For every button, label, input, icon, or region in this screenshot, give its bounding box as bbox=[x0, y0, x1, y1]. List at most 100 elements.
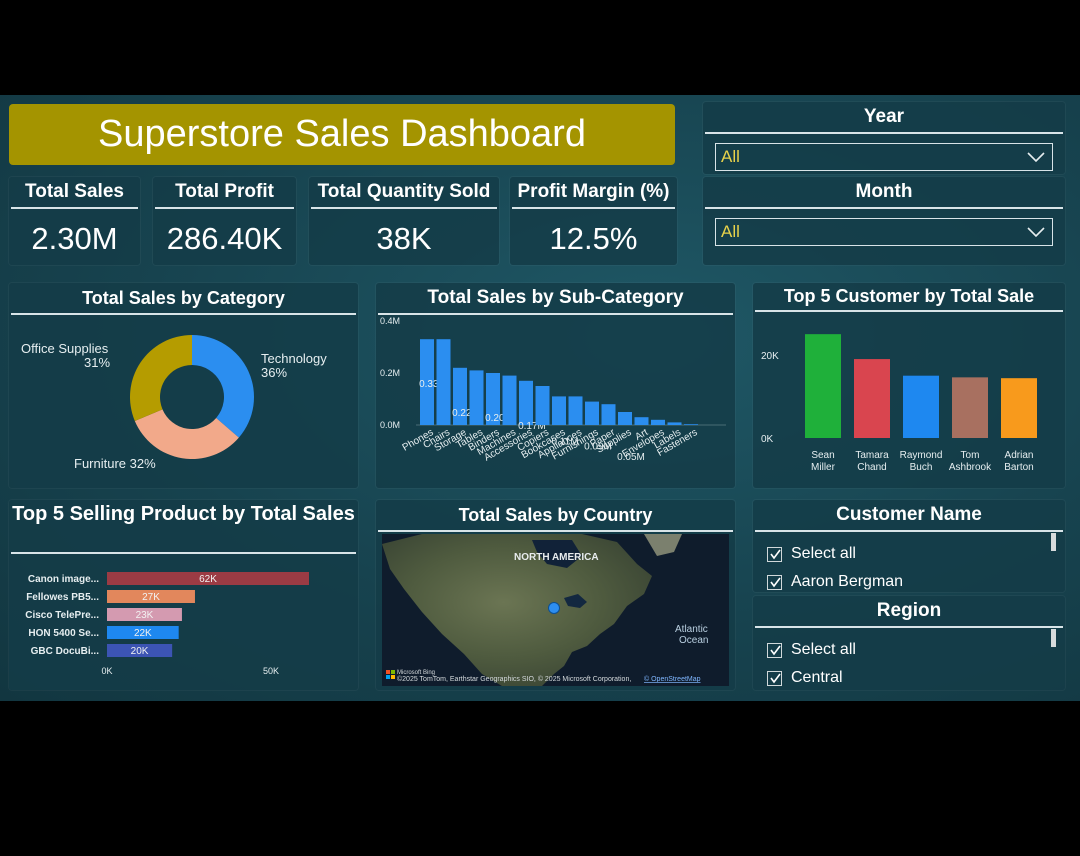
customer-slicer: Customer Name Select all Aaron Bergman bbox=[753, 500, 1065, 592]
kpi-value: 38K bbox=[376, 221, 432, 256]
kpi-label: Total Sales bbox=[11, 177, 138, 209]
kpi-label: Total Profit bbox=[155, 177, 294, 209]
bar-data-label: 23K bbox=[136, 610, 154, 621]
region-slicer: Region Select all Central bbox=[753, 596, 1065, 690]
product-bar-chart[interactable]: Canon image... 62K Fellowes PB5... 27K Cisco… bbox=[9, 556, 358, 690]
region-list-scrollbar[interactable] bbox=[1051, 629, 1056, 647]
bar-chairs bbox=[436, 339, 451, 425]
kpi-total-profit: Total Profit 286.40K bbox=[153, 177, 296, 265]
product-chart-title: Top 5 Selling Product by Total Sales bbox=[11, 500, 356, 554]
category-chart-title: Total Sales by Category bbox=[11, 283, 356, 315]
bar-paper bbox=[601, 404, 616, 425]
bar-copiers bbox=[535, 386, 550, 425]
x-tick-label: Tom bbox=[961, 450, 980, 461]
checkmark-icon bbox=[770, 549, 781, 559]
bar-labels bbox=[667, 422, 682, 425]
customer-option-aaron-bergman[interactable]: Aaron Bergman bbox=[767, 573, 903, 591]
kpi-value: 286.40K bbox=[166, 221, 283, 256]
customer-chart-title: Top 5 Customer by Total Sale bbox=[755, 283, 1063, 312]
customer-bar bbox=[1001, 378, 1037, 438]
kpi-total-sales: Total Sales 2.30M bbox=[9, 177, 140, 265]
customer-chart-card: Top 5 Customer by Total Sale 0K 20K Sean Mi… bbox=[753, 283, 1065, 488]
kpi-value: 12.5% bbox=[549, 221, 638, 256]
bar-tables bbox=[469, 370, 484, 425]
map-card: Total Sales by Country NORTH AMERICA Atl… bbox=[376, 500, 735, 690]
bar-accessories bbox=[519, 380, 533, 425]
donut-label-office-pct: 31% bbox=[84, 355, 110, 370]
sales-bubble-usa bbox=[548, 602, 560, 614]
donut-label-office: Office Supplies bbox=[21, 341, 109, 356]
donut-slice-technology bbox=[192, 335, 254, 438]
map-attribution: ©2025 TomTom, Earthstar Geographics SIO,… bbox=[397, 675, 631, 683]
map-attribution-link: © OpenStreetMap bbox=[644, 675, 701, 683]
x-tick-label: 0K bbox=[101, 666, 112, 676]
bar-data-label: 27K bbox=[142, 592, 160, 603]
y-tick-label: Fellowes PB5... bbox=[26, 592, 99, 603]
region-option-central[interactable]: Central bbox=[767, 669, 843, 687]
kpi-profit-margin: Profit Margin (%) 12.5% bbox=[510, 177, 677, 265]
bar-furnishings bbox=[585, 401, 599, 425]
x-tick-label: Adrian bbox=[1005, 450, 1034, 461]
option-label: Select all bbox=[791, 641, 856, 658]
bar-data-label: 20K bbox=[131, 646, 149, 657]
checkbox[interactable] bbox=[767, 546, 782, 562]
customer-bar bbox=[854, 359, 890, 438]
bar-appliances bbox=[568, 396, 583, 425]
chevron-down-icon bbox=[1027, 227, 1045, 238]
month-dropdown[interactable]: All bbox=[715, 218, 1053, 246]
y-tick-label: GBC DocuBi... bbox=[31, 646, 100, 657]
customer-bar-chart[interactable]: 0K 20K SeanMiller TamaraChand RaymondBuch Tom… bbox=[753, 312, 1065, 487]
y-tick-label: Cisco TelePre... bbox=[25, 610, 99, 621]
x-tick-label: Raymond bbox=[900, 450, 943, 461]
y-tick-label: 0.4M bbox=[380, 316, 400, 326]
year-slicer: Year All bbox=[703, 102, 1065, 174]
kpi-label: Profit Margin (%) bbox=[512, 177, 675, 209]
x-tick-label: Sean bbox=[811, 450, 834, 461]
product-chart-card: Top 5 Selling Product by Total Sales Can… bbox=[9, 500, 358, 690]
kpi-label: Total Quantity Sold bbox=[311, 177, 497, 209]
year-dropdown[interactable]: All bbox=[715, 143, 1053, 171]
y-tick-label: 0.0M bbox=[380, 420, 400, 430]
region-option-select-all[interactable]: Select all bbox=[767, 641, 856, 659]
option-label: Central bbox=[791, 669, 843, 686]
bar-data-label: 62K bbox=[199, 574, 217, 585]
month-slicer: Month All bbox=[703, 177, 1065, 265]
kpi-value: 2.30M bbox=[31, 221, 118, 256]
checkmark-icon bbox=[770, 673, 781, 683]
map-label-ocean: Ocean bbox=[679, 635, 708, 646]
checkmark-icon bbox=[770, 577, 781, 587]
subcategory-chart-title: Total Sales by Sub-Category bbox=[378, 283, 733, 315]
checkbox[interactable] bbox=[767, 574, 782, 590]
region-slicer-title: Region bbox=[755, 596, 1063, 628]
checkmark-icon bbox=[770, 645, 781, 655]
dashboard-title: Superstore Sales Dashboard bbox=[9, 104, 675, 165]
customer-option-select-all[interactable]: Select all bbox=[767, 545, 856, 563]
x-tick-label: Ashbrook bbox=[949, 462, 992, 473]
y-tick-label: 0K bbox=[761, 434, 774, 445]
subcategory-bar-chart[interactable]: 0.0M0.2M0.4M0.33MPhonesChairs0.22MStorag… bbox=[376, 315, 735, 487]
x-tick-label: Miller bbox=[811, 462, 836, 473]
month-dropdown-value: All bbox=[721, 222, 740, 241]
kpi-total-quantity: Total Quantity Sold 38K bbox=[309, 177, 499, 265]
donut-label-technology: Technology bbox=[261, 351, 327, 366]
checkbox[interactable] bbox=[767, 670, 782, 686]
year-slicer-title: Year bbox=[705, 102, 1063, 134]
category-chart-card: Total Sales by Category Office Supplies … bbox=[9, 283, 358, 488]
customer-slicer-title: Customer Name bbox=[755, 500, 1063, 532]
bar-data-label: 22K bbox=[134, 628, 152, 639]
customer-bar bbox=[805, 334, 841, 438]
customer-list-scrollbar[interactable] bbox=[1051, 533, 1056, 551]
option-label: Aaron Bergman bbox=[791, 573, 904, 590]
x-tick-label: Buch bbox=[910, 462, 933, 473]
customer-bar bbox=[952, 377, 988, 438]
bar-fasteners bbox=[684, 424, 698, 425]
donut-label-furniture: Furniture 32% bbox=[74, 456, 156, 471]
bar-machines bbox=[502, 375, 517, 425]
checkbox[interactable] bbox=[767, 642, 782, 658]
customer-bar bbox=[903, 375, 939, 438]
category-donut-chart[interactable]: Office Supplies 31% Technology 36% Furni… bbox=[9, 315, 358, 485]
year-dropdown-value: All bbox=[721, 147, 740, 166]
x-tick-label: Barton bbox=[1004, 462, 1033, 473]
donut-slice-office-supplies bbox=[130, 335, 192, 421]
sales-map[interactable]: NORTH AMERICA Atlantic Ocean Microsoft B… bbox=[382, 534, 729, 686]
